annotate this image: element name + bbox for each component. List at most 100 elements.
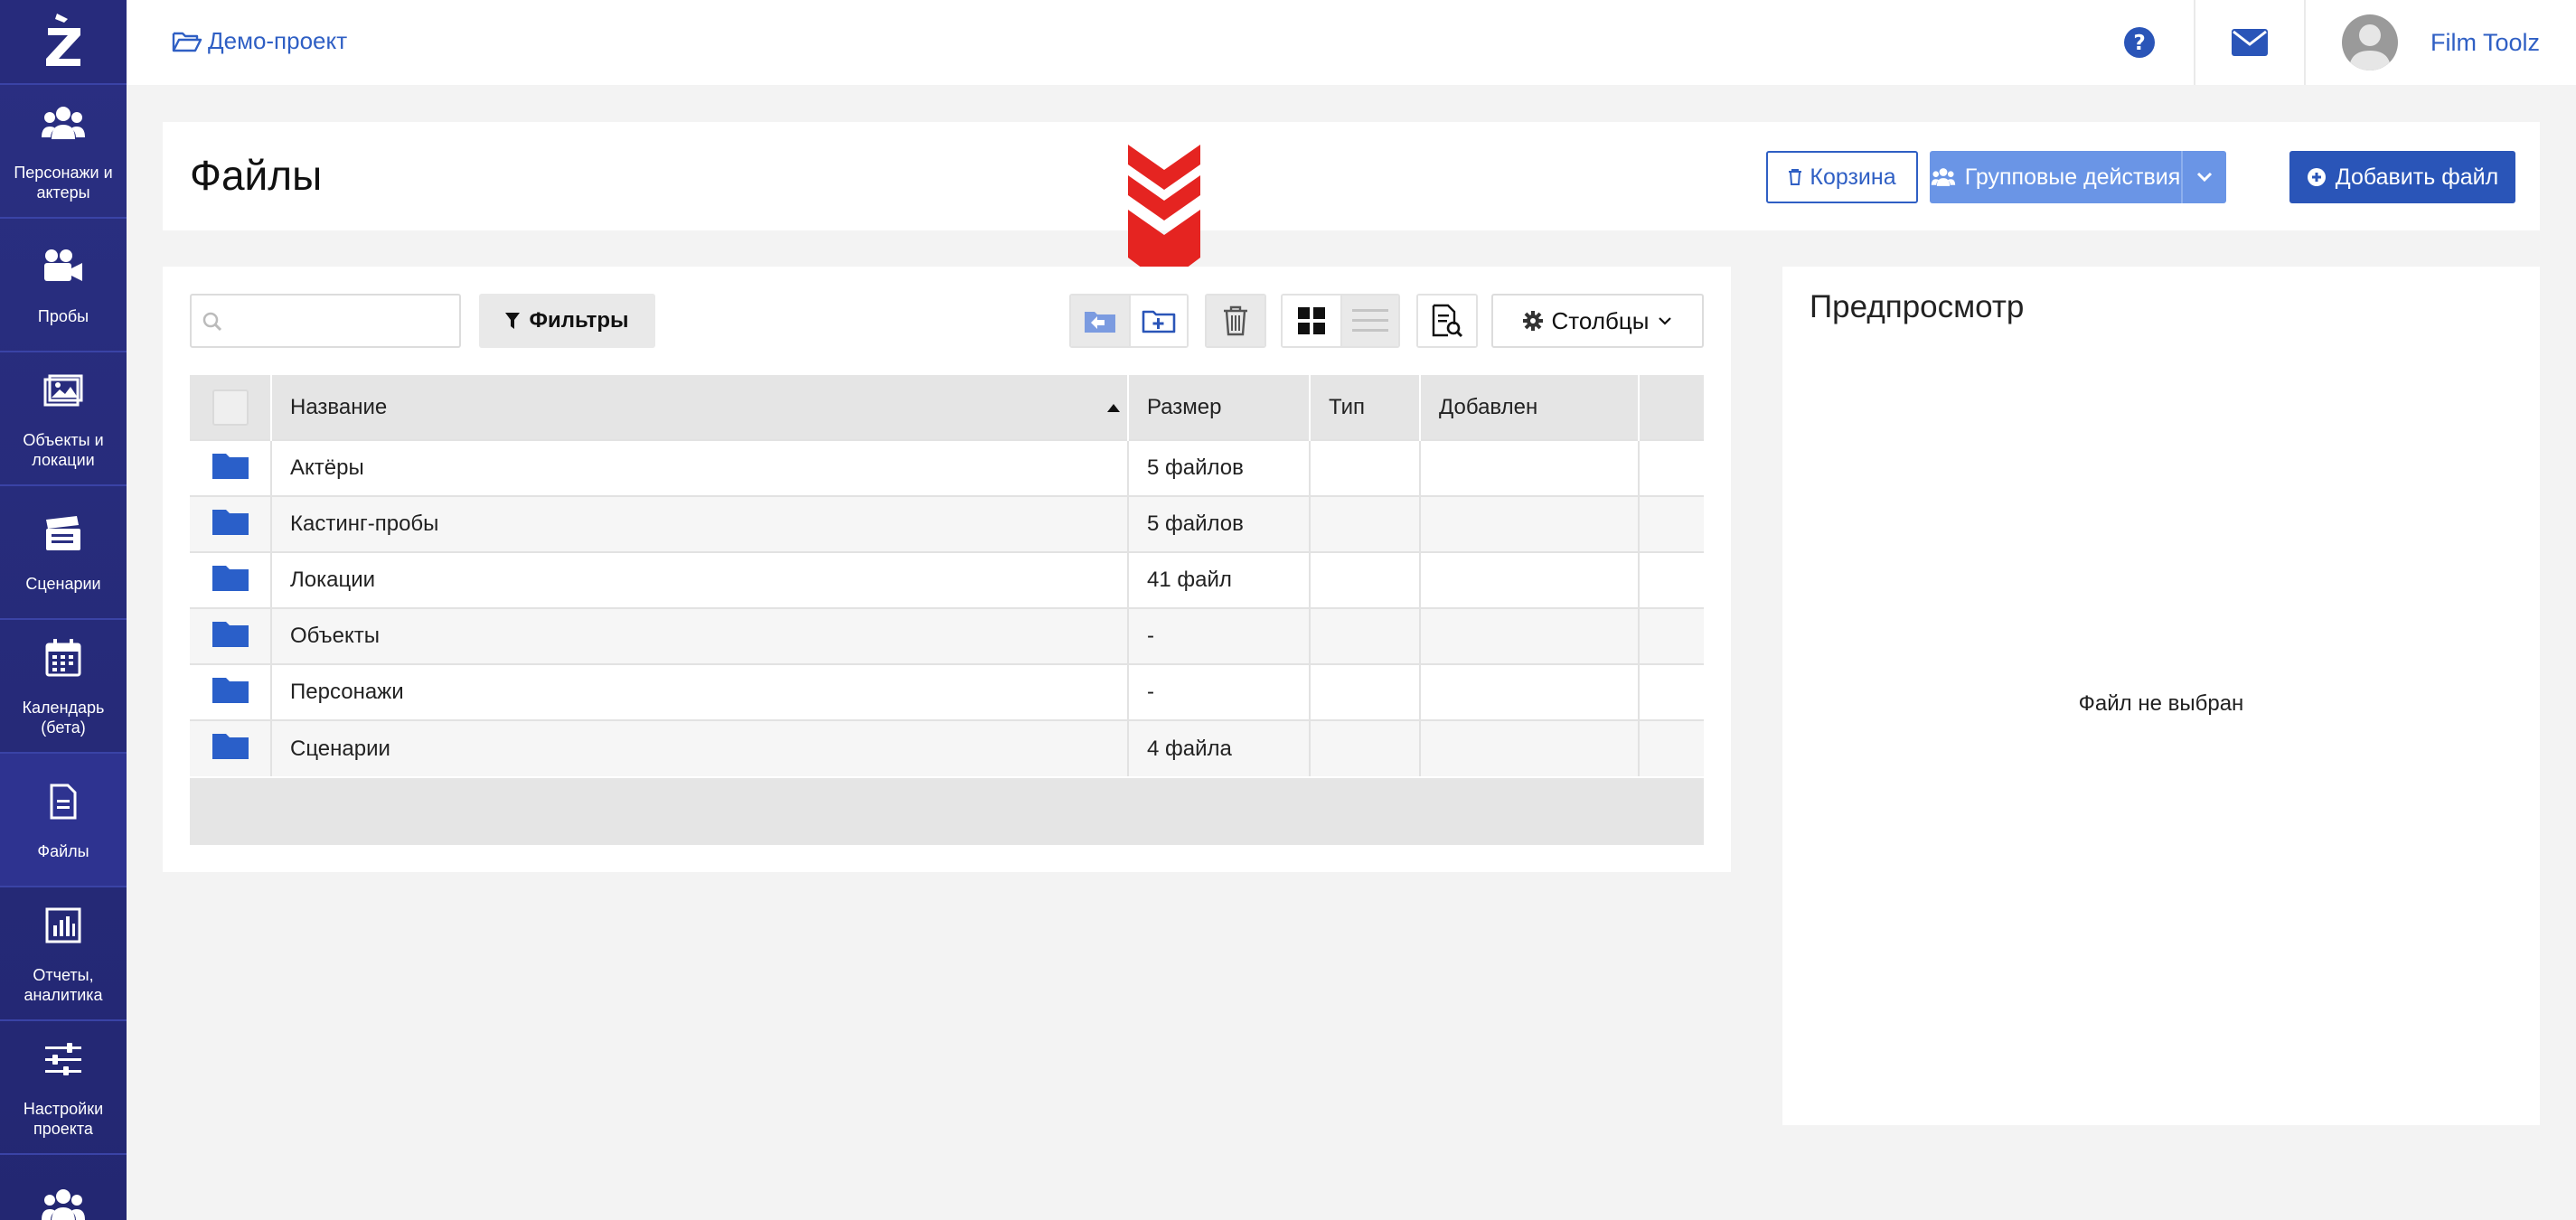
- group-actions-button[interactable]: Групповые действия: [1930, 151, 2226, 203]
- preview-toggle-button[interactable]: [1418, 296, 1476, 346]
- row-icon-cell: [190, 551, 272, 608]
- columns-label: Столбцы: [1551, 306, 1650, 334]
- list-icon: [1352, 309, 1388, 332]
- sidebar-item-files[interactable]: Файлы: [0, 754, 127, 887]
- calendar-icon: [45, 634, 81, 681]
- sidebar-item-calendar[interactable]: Календарь (бета): [0, 620, 127, 754]
- sidebar-item-reports[interactable]: Отчеты, аналитика: [0, 887, 127, 1021]
- envelope-icon: [2231, 29, 2268, 56]
- row-extra: [1639, 719, 1704, 776]
- row-icon-cell: [190, 495, 272, 552]
- sort-asc-icon: [1107, 404, 1120, 412]
- row-extra: [1639, 663, 1704, 720]
- row-added: [1420, 495, 1640, 552]
- row-name: Локации: [271, 551, 1129, 608]
- search-box[interactable]: [190, 294, 461, 348]
- row-name: Персонажи: [271, 663, 1129, 720]
- video-camera-icon: [42, 243, 84, 290]
- row-extra: [1639, 495, 1704, 552]
- table-row[interactable]: Актёры 5 файлов: [190, 439, 1704, 496]
- group-actions-main[interactable]: Групповые действия: [1930, 151, 2181, 203]
- document-search-icon: [1432, 304, 1463, 338]
- table-row[interactable]: Объекты -: [190, 607, 1704, 664]
- preview-panel: Предпросмотр Файл не выбран: [1782, 267, 2540, 1125]
- group-actions-dropdown[interactable]: [2181, 151, 2226, 203]
- table-row[interactable]: Локации 41 файл: [190, 551, 1704, 608]
- new-folder-button[interactable]: [1129, 296, 1187, 346]
- row-type: [1310, 495, 1421, 552]
- users-icon: [42, 1182, 85, 1220]
- search-input[interactable]: [228, 306, 445, 335]
- delete-button[interactable]: [1207, 296, 1264, 346]
- avatar: [2341, 14, 2398, 70]
- sidebar-item-label: Настройки проекта: [23, 1100, 104, 1138]
- list-view-button[interactable]: [1340, 296, 1398, 346]
- column-header-label: Добавлен: [1439, 394, 1538, 419]
- folder-icon: [212, 453, 249, 479]
- sidebar-item-team[interactable]: [0, 1155, 127, 1220]
- trash-icon: [1224, 305, 1247, 336]
- trash-label: Корзина: [1810, 164, 1896, 190]
- help-button[interactable]: ?: [2085, 0, 2194, 85]
- user-name: Film Toolz: [2430, 28, 2540, 56]
- column-header-added[interactable]: Добавлен: [1420, 375, 1640, 440]
- folder-icon: [212, 621, 249, 647]
- row-added: [1420, 607, 1640, 664]
- row-name: Актёры: [271, 439, 1129, 496]
- annotation-arrow-icon: [1128, 145, 1200, 285]
- select-all-cell: [190, 375, 272, 440]
- row-extra: [1639, 439, 1704, 496]
- filters-button[interactable]: Фильтры: [479, 294, 655, 348]
- row-name: Кастинг-пробы: [271, 495, 1129, 552]
- folder-plus-icon: [1142, 310, 1176, 333]
- chevron-down-icon: [2196, 172, 2213, 183]
- row-type: [1310, 719, 1421, 776]
- plus-circle-icon: [2307, 168, 2326, 186]
- user-silhouette-icon: [2348, 24, 2391, 70]
- folder-back-icon: [1085, 312, 1115, 333]
- clapperboard-icon: [44, 511, 82, 558]
- column-header-size[interactable]: Размер: [1128, 375, 1311, 440]
- app-logo[interactable]: [0, 0, 127, 85]
- row-name: Сценарии: [271, 719, 1129, 776]
- sidebar-item-auditions[interactable]: Пробы: [0, 219, 127, 352]
- sidebar: Персонажи и актеры Пробы Объекты и локац…: [0, 0, 127, 1220]
- row-type: [1310, 439, 1421, 496]
- search-icon: [202, 312, 222, 332]
- row-added: [1420, 719, 1640, 776]
- row-type: [1310, 607, 1421, 664]
- preview-empty-message: Файл не выбран: [2078, 691, 2244, 716]
- table-row[interactable]: Персонажи -: [190, 663, 1704, 720]
- sidebar-item-label: Пробы: [37, 307, 89, 325]
- group-actions-label: Групповые действия: [1964, 164, 2181, 190]
- add-file-button[interactable]: Добавить файл: [2289, 151, 2515, 203]
- columns-button[interactable]: Столбцы: [1491, 294, 1704, 348]
- sidebar-item-scripts[interactable]: Сценарии: [0, 486, 127, 620]
- column-header-label: Размер: [1147, 394, 1222, 419]
- row-added: [1420, 439, 1640, 496]
- svg-text:?: ?: [2133, 32, 2145, 55]
- user-menu[interactable]: Film Toolz: [2303, 0, 2576, 85]
- sliders-icon: [45, 1036, 81, 1083]
- sidebar-item-label: Объекты и локации: [23, 431, 104, 469]
- trash-button[interactable]: Корзина: [1766, 151, 1918, 203]
- project-breadcrumb[interactable]: Демо-проект: [172, 27, 347, 55]
- column-header-type[interactable]: Тип: [1310, 375, 1421, 440]
- sidebar-item-label: Отчеты, аналитика: [24, 966, 103, 1004]
- folder-up-button[interactable]: [1071, 296, 1129, 346]
- messages-button[interactable]: [2193, 0, 2304, 85]
- sidebar-item-project-settings[interactable]: Настройки проекта: [0, 1021, 127, 1155]
- project-name: Демо-проект: [208, 27, 348, 54]
- table-row[interactable]: Сценарии 4 файла: [190, 719, 1704, 776]
- filter-icon: [505, 313, 521, 329]
- grid-view-button[interactable]: [1283, 296, 1340, 346]
- folder-tools: [1069, 294, 1189, 348]
- sidebar-item-objects-locations[interactable]: Объекты и локации: [0, 352, 127, 486]
- sidebar-item-label: Сценарии: [25, 575, 101, 593]
- table-row[interactable]: Кастинг-пробы 5 файлов: [190, 495, 1704, 552]
- column-header-name[interactable]: Название: [271, 375, 1129, 440]
- sidebar-item-characters[interactable]: Персонажи и актеры: [0, 85, 127, 219]
- help-icon: ?: [2123, 27, 2155, 58]
- select-all-checkbox[interactable]: [212, 389, 249, 426]
- row-size: 5 файлов: [1128, 439, 1311, 496]
